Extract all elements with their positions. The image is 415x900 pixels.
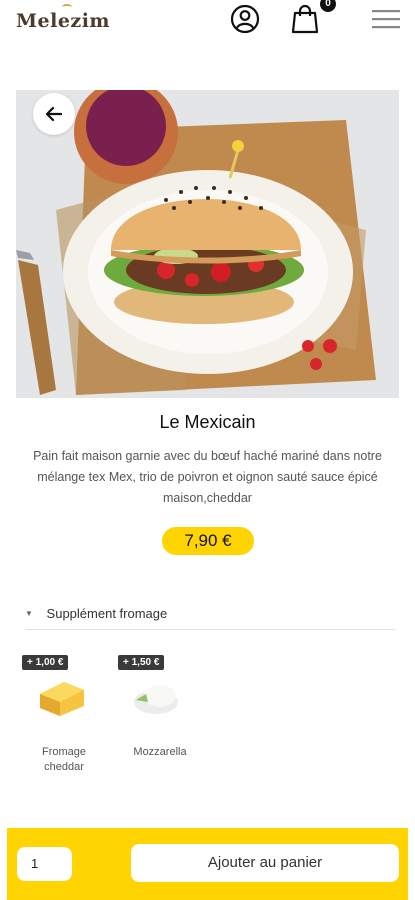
hamburger-menu-icon[interactable] <box>372 9 400 29</box>
product-description: Pain fait maison garnie avec du bœuf hac… <box>33 449 382 505</box>
brand-logo[interactable]: Melezim <box>16 10 110 32</box>
supplement-section-toggle[interactable]: ▼ Supplément fromage <box>25 606 395 630</box>
option-label: Mozzarella <box>133 746 187 758</box>
user-icon[interactable] <box>230 4 260 34</box>
add-to-cart-button[interactable]: Ajouter au panier <box>131 844 399 882</box>
option-label: Fromage cheddar <box>41 746 87 773</box>
product-price: 7,90 € <box>162 527 254 555</box>
product-title: Le Mexicain <box>159 412 256 432</box>
logo-accent <box>62 4 72 10</box>
cheddar-cheese-icon <box>40 682 84 716</box>
top-header: Melezim 0 <box>0 0 415 46</box>
option-price-badge: + 1,50 € <box>118 655 165 670</box>
arrow-left-icon <box>46 107 62 121</box>
add-to-cart-bar: 1 Ajouter au panier <box>7 828 408 900</box>
cart-count-badge: 0 <box>320 0 336 12</box>
option-price-badge: + 1,00 € <box>22 655 69 670</box>
shopping-bag-icon[interactable] <box>291 4 319 34</box>
quantity-input[interactable]: 1 <box>17 847 72 881</box>
supplement-option-mozzarella[interactable]: + 1,50 € Mozzarella <box>118 652 208 760</box>
caret-down-icon: ▼ <box>25 609 33 618</box>
supplement-option-cheddar[interactable]: + 1,00 € Fromage cheddar <box>22 652 112 775</box>
back-button[interactable] <box>33 93 75 135</box>
supplement-section-title: Supplément fromage <box>46 606 168 621</box>
product-image <box>16 90 399 398</box>
mozzarella-icon <box>134 685 178 714</box>
burger-photo <box>16 90 399 398</box>
